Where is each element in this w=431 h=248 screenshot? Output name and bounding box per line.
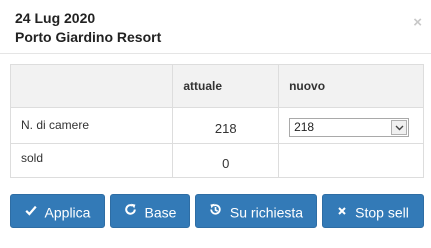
rooms-new-select[interactable]: 218 — [289, 118, 410, 137]
close-icon[interactable]: × — [413, 15, 422, 30]
sold-new-cell — [278, 143, 424, 178]
column-header-label — [9, 64, 174, 108]
rooms-new-cell: 218 — [278, 107, 424, 144]
column-header-new: nuovo — [278, 64, 424, 108]
base-button-label: Base — [144, 204, 177, 221]
check-icon — [24, 195, 37, 227]
rooms-current-value: 218 — [172, 107, 280, 144]
column-header-current: attuale — [172, 64, 280, 108]
modal-header: 24 Lug 2020 Porto Giardino Resort × — [0, 0, 431, 54]
stop-sell-button[interactable]: Stop sell — [322, 194, 424, 228]
table-header-row: attuale nuovo — [9, 64, 424, 108]
sold-current-value: 0 — [172, 143, 280, 178]
rooms-table: attuale nuovo N. di camere 218 218 sold … — [9, 64, 424, 178]
table-row: N. di camere 218 218 — [9, 107, 424, 144]
modal-hotel-name: Porto Giardino Resort — [15, 29, 162, 45]
times-icon — [337, 195, 347, 227]
row-label-sold: sold — [9, 143, 174, 178]
on-request-button[interactable]: Su richiesta — [195, 194, 317, 228]
on-request-button-label: Su richiesta — [229, 204, 304, 221]
refresh-icon — [124, 195, 137, 227]
history-icon — [209, 195, 222, 227]
chevron-down-icon[interactable] — [391, 120, 408, 135]
stop-sell-button-label: Stop sell — [355, 204, 409, 221]
table-row: sold 0 — [9, 143, 424, 178]
availability-modal: 24 Lug 2020 Porto Giardino Resort × attu… — [0, 0, 431, 248]
apply-button-label: Applica — [44, 204, 91, 221]
apply-button[interactable]: Applica — [10, 194, 105, 228]
row-label-rooms: N. di camere — [9, 107, 174, 144]
modal-date: 24 Lug 2020 — [15, 10, 96, 26]
base-button[interactable]: Base — [110, 194, 190, 228]
rooms-new-select-value: 218 — [294, 120, 315, 134]
